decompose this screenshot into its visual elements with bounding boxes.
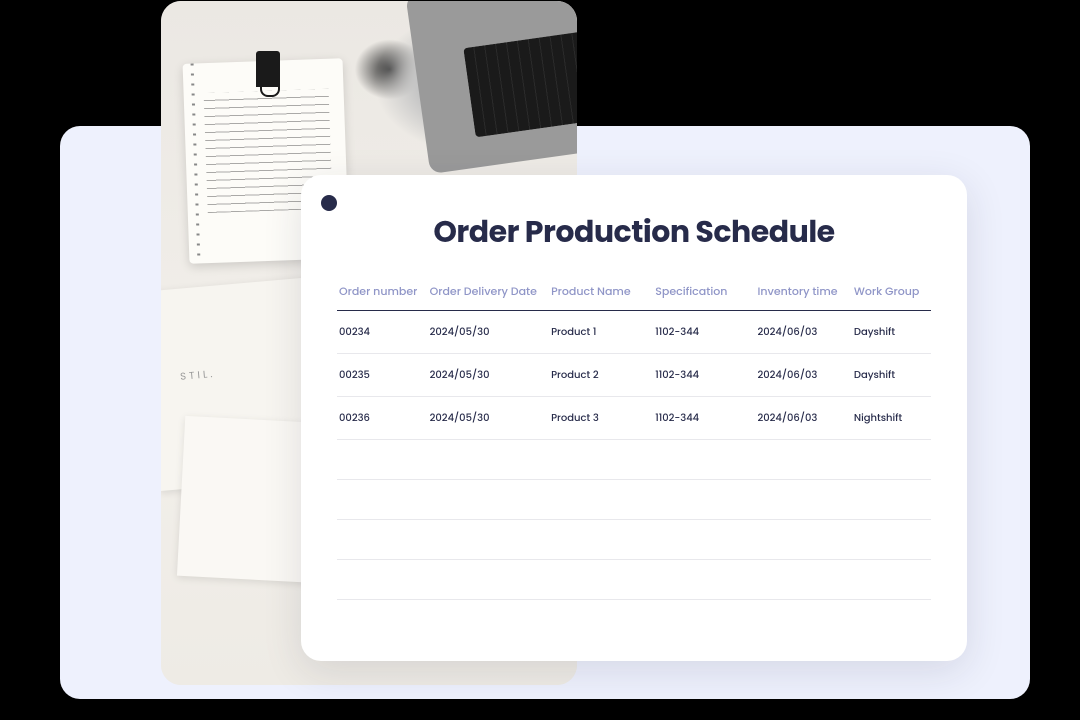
cell-work-group: Dayshift — [854, 324, 931, 340]
table-header-row: Order number Order Delivery Date Product… — [337, 283, 931, 311]
binder-clip-icon — [256, 51, 280, 87]
col-order-number: Order number — [337, 283, 430, 300]
cell-specification: 1102-344 — [655, 367, 757, 383]
col-product-name: Product Name — [551, 283, 655, 300]
cell-work-group: Nightshift — [854, 410, 931, 426]
col-delivery-date: Order Delivery Date — [430, 283, 551, 300]
col-work-group: Work Group — [854, 283, 931, 300]
table-row: 002362024/05/30Product 31102-3442024/06/… — [337, 397, 931, 440]
cell-order-number: 00236 — [337, 410, 430, 426]
laptop-illustration — [405, 1, 577, 174]
cell-order-number: 00234 — [337, 324, 430, 340]
paper-brand-text: STIL. — [180, 366, 216, 385]
cell-specification: 1102-344 — [655, 324, 757, 340]
card-title: Order Production Schedule — [337, 209, 931, 255]
col-inventory-time: Inventory time — [757, 283, 853, 300]
cell-specification: 1102-344 — [655, 410, 757, 426]
table-row: 002352024/05/30Product 21102-3442024/06/… — [337, 354, 931, 397]
cell-delivery-date: 2024/05/30 — [430, 410, 551, 426]
col-specification: Specification — [655, 283, 757, 300]
table-empty-row — [337, 480, 931, 520]
cell-product-name: Product 2 — [551, 367, 655, 383]
cell-delivery-date: 2024/05/30 — [430, 367, 551, 383]
cell-delivery-date: 2024/05/30 — [430, 324, 551, 340]
cell-inventory-time: 2024/06/03 — [757, 367, 853, 383]
schedule-table: Order number Order Delivery Date Product… — [337, 283, 931, 600]
cell-order-number: 00235 — [337, 367, 430, 383]
table-row: 002342024/05/30Product 11102-3442024/06/… — [337, 311, 931, 354]
schedule-card: Order Production Schedule Order number O… — [301, 175, 967, 661]
table-empty-row — [337, 560, 931, 600]
cell-product-name: Product 1 — [551, 324, 655, 340]
card-dot-icon — [321, 195, 337, 211]
cell-inventory-time: 2024/06/03 — [757, 324, 853, 340]
table-body: 002342024/05/30Product 11102-3442024/06/… — [337, 311, 931, 600]
cell-inventory-time: 2024/06/03 — [757, 410, 853, 426]
table-empty-row — [337, 440, 931, 480]
table-empty-row — [337, 520, 931, 560]
cell-product-name: Product 3 — [551, 410, 655, 426]
cell-work-group: Dayshift — [854, 367, 931, 383]
